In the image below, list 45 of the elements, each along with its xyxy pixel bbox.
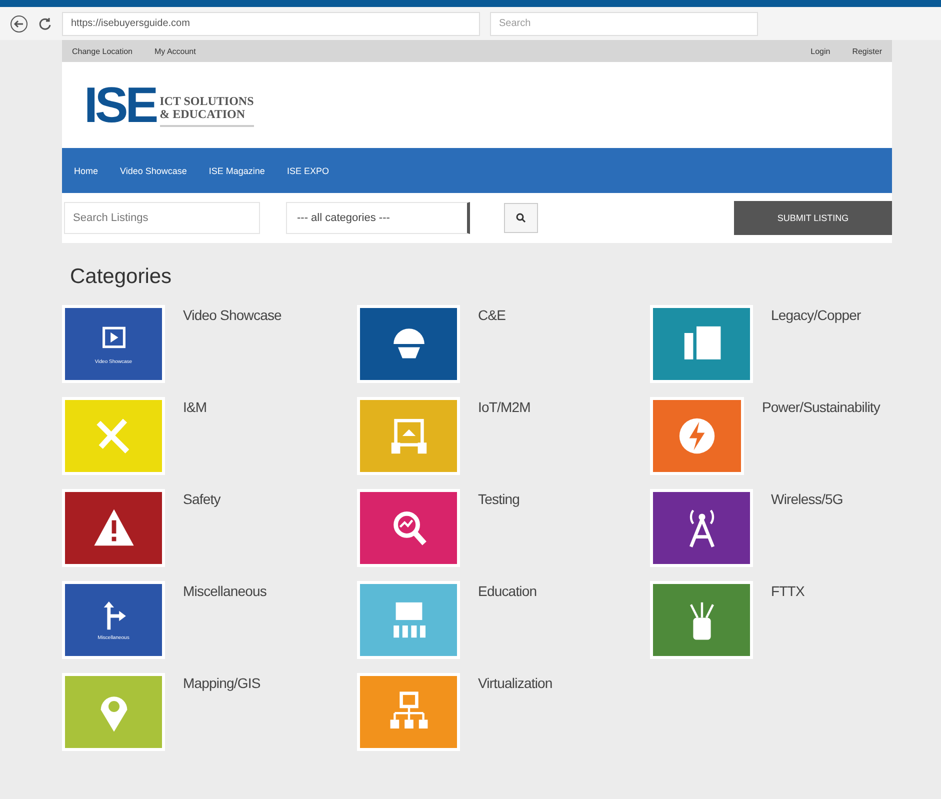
address-bar[interactable]: https://isebuyersguide.com <box>62 12 480 36</box>
category-link[interactable]: Safety <box>183 491 220 567</box>
nav-link[interactable]: ISE Magazine <box>208 166 265 176</box>
logo-mark: ISE <box>84 83 156 127</box>
logo-text: ICT SOLUTIONS & EDUCATION <box>160 95 254 127</box>
nav-link[interactable]: Home <box>74 166 98 176</box>
nav-link[interactable]: Video Showcase <box>120 166 187 176</box>
category-tile[interactable] <box>357 673 460 751</box>
category-tile[interactable] <box>650 305 753 383</box>
category-link[interactable]: Wireless/5G <box>771 491 843 567</box>
reload-icon[interactable] <box>38 16 52 30</box>
category-tile[interactable] <box>650 581 753 659</box>
category-link[interactable]: Testing <box>478 491 520 567</box>
category-link[interactable]: Legacy/Copper <box>771 307 861 383</box>
category-link[interactable]: Miscellaneous <box>183 583 267 659</box>
category-link[interactable]: IoT/M2M <box>478 399 530 475</box>
category-tile[interactable] <box>650 489 753 567</box>
submit-listing-button[interactable]: SUBMIT LISTING <box>734 201 892 235</box>
category-select[interactable]: --- all categories --- <box>286 202 470 234</box>
category-tile[interactable] <box>357 581 460 659</box>
category-tile[interactable] <box>62 397 165 475</box>
search-button[interactable] <box>504 203 538 233</box>
search-field[interactable]: Search Listings <box>64 202 260 234</box>
top-link[interactable]: Login <box>810 46 830 56</box>
category-link[interactable]: Virtualization <box>478 675 552 751</box>
category-link[interactable]: I&M <box>183 399 207 475</box>
back-icon[interactable] <box>10 14 28 32</box>
category-tile[interactable] <box>62 489 165 567</box>
category-link[interactable]: Education <box>478 583 537 659</box>
category-link[interactable]: Mapping/GIS <box>183 675 260 751</box>
category-link[interactable]: Video Showcase <box>183 307 282 383</box>
section-title: Categories <box>70 265 173 289</box>
category-tile[interactable] <box>650 397 744 475</box>
category-tile[interactable] <box>357 397 460 475</box>
category-link[interactable]: FTTX <box>771 583 804 659</box>
category-tile[interactable] <box>62 673 165 751</box>
category-tile[interactable] <box>357 305 460 383</box>
category-link[interactable]: Power/Sustainability <box>762 399 880 475</box>
top-link[interactable]: Register <box>852 46 882 56</box>
top-link[interactable]: Change Location <box>72 46 132 56</box>
search-icon <box>516 213 526 223</box>
top-link[interactable]: My Account <box>154 46 196 56</box>
category-link[interactable]: C&E <box>478 307 506 383</box>
nav-link[interactable]: ISE EXPO <box>286 166 329 176</box>
category-tile[interactable] <box>357 489 460 567</box>
